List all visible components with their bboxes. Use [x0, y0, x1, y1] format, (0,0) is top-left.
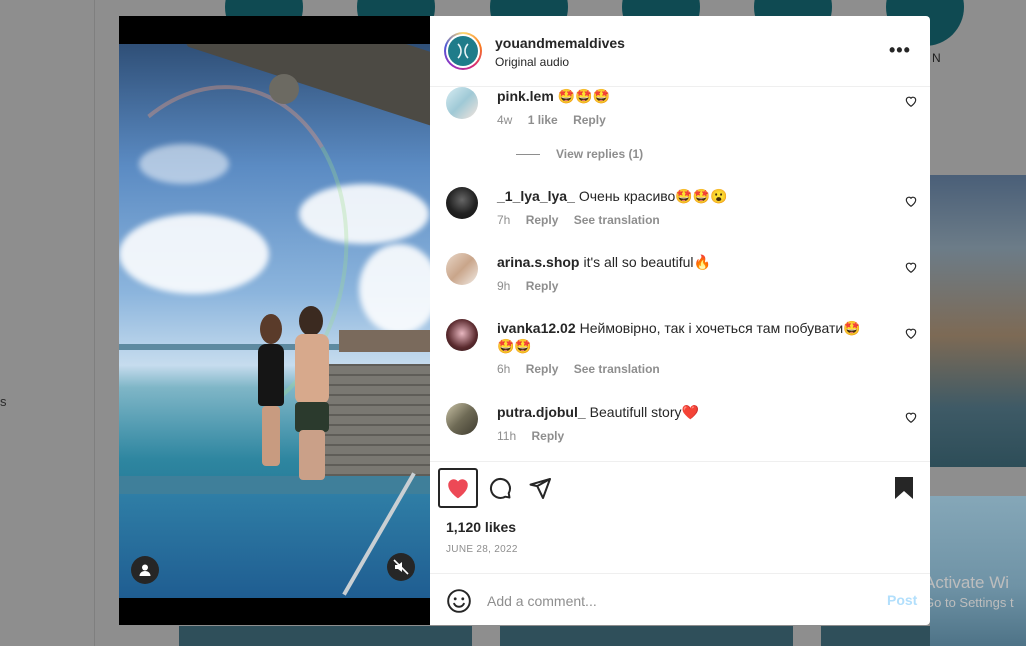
avatar[interactable] — [446, 253, 478, 285]
comment-text: _1_lya_lya_ Очень красиво🤩🤩😮 — [497, 187, 867, 205]
comment-meta: 11h Reply — [497, 429, 576, 443]
post-media[interactable] — [119, 16, 430, 625]
reply-button[interactable]: Reply — [526, 213, 559, 227]
comment-text: pink.lem 🤩🤩🤩 — [497, 87, 867, 105]
post-username[interactable]: youandmemaldives — [495, 35, 625, 51]
comment-like-heart-icon[interactable] — [904, 94, 918, 108]
comment-like-heart-icon[interactable] — [904, 260, 918, 274]
sidebar-text-fragment: s — [0, 394, 7, 409]
post-actions: 1,120 likes JUNE 28, 2022 — [430, 461, 930, 574]
replies-divider — [516, 154, 540, 156]
comment-username[interactable]: _1_lya_lya_ — [497, 188, 575, 204]
grid-post-thumbnail[interactable] — [500, 626, 793, 646]
comment-message: Beautifull story❤️ — [589, 404, 699, 420]
add-comment-bar: Post — [430, 573, 930, 625]
comment-time: 7h — [497, 213, 511, 227]
post-comment-button[interactable]: Post — [887, 592, 917, 608]
windows-activation-watermark: Activate Wi Go to Settings t — [924, 573, 1014, 610]
comment-username[interactable]: ivanka12.02 — [497, 320, 576, 336]
comment-meta: 4w 1 like Reply — [497, 113, 618, 127]
avatar[interactable] — [446, 87, 478, 119]
post-detail-panel: youandmemaldives Original audio ••• pink… — [430, 16, 930, 625]
avatar[interactable] — [446, 319, 478, 351]
comment-meta: 6h Reply See translation — [497, 362, 672, 376]
paper-plane-icon — [529, 478, 551, 499]
comment-username[interactable]: arina.s.shop — [497, 254, 579, 270]
comment-message: it's all so beautiful🔥 — [583, 254, 711, 270]
comment-bubble-icon — [489, 477, 511, 499]
mute-icon[interactable] — [387, 553, 415, 581]
reply-button[interactable]: Reply — [531, 429, 564, 443]
see-translation-button[interactable]: See translation — [574, 362, 660, 376]
brand-logo-icon — [448, 36, 478, 66]
comment-text: putra.djobul_ Beautifull story❤️ — [497, 403, 867, 421]
comment-text: arina.s.shop it's all so beautiful🔥 — [497, 253, 867, 271]
avatar[interactable] — [446, 187, 478, 219]
sidebar-divider — [94, 0, 95, 646]
avatar[interactable] — [446, 403, 478, 435]
audio-label[interactable]: Original audio — [495, 55, 569, 69]
avatar[interactable] — [444, 32, 482, 70]
watermark-title: Activate Wi — [924, 573, 1010, 592]
bookmark-filled-icon — [895, 477, 913, 499]
comment-like-heart-icon[interactable] — [904, 194, 918, 208]
watermark-subtitle: Go to Settings t — [924, 595, 1014, 610]
emoji-icon[interactable] — [446, 588, 472, 614]
reply-button[interactable]: Reply — [526, 362, 559, 376]
share-button[interactable] — [526, 474, 554, 502]
comment-time: 4w — [497, 113, 513, 127]
more-options-icon[interactable]: ••• — [889, 40, 913, 60]
comment-likes-link[interactable]: 1 like — [528, 113, 558, 127]
see-translation-button[interactable]: See translation — [574, 213, 660, 227]
reply-button[interactable]: Reply — [573, 113, 606, 127]
comment-like-heart-icon[interactable] — [904, 326, 918, 340]
save-button[interactable] — [890, 474, 918, 502]
comment-username[interactable]: pink.lem — [497, 88, 554, 104]
reply-button[interactable]: Reply — [526, 279, 559, 293]
comment-button[interactable] — [486, 474, 514, 502]
comment-message: Очень красиво🤩🤩😮 — [578, 188, 728, 204]
grid-post-thumbnail[interactable] — [821, 626, 930, 646]
comment-like-heart-icon[interactable] — [904, 410, 918, 424]
comment-message: 🤩🤩🤩 — [557, 88, 611, 104]
comment-text: ivanka12.02 Неймовірно, так і хочеться та… — [497, 319, 867, 355]
comment-time: 11h — [497, 429, 517, 443]
comment-time: 9h — [497, 279, 511, 293]
comment-meta: 9h Reply — [497, 279, 570, 293]
comment-meta: 7h Reply See translation — [497, 213, 672, 227]
post-date[interactable]: JUNE 28, 2022 — [446, 544, 518, 555]
view-replies-button[interactable]: View replies (1) — [516, 147, 643, 161]
comments-list[interactable]: pink.lem 🤩🤩🤩 4w 1 like Reply View replies… — [430, 87, 930, 461]
view-replies-label: View replies (1) — [556, 147, 644, 161]
comment-time: 6h — [497, 362, 511, 376]
comment-username[interactable]: putra.djobul_ — [497, 404, 586, 420]
heart-filled-icon — [448, 479, 468, 499]
tagged-user-icon[interactable] — [131, 556, 159, 584]
grid-post-thumbnail[interactable] — [930, 175, 1026, 467]
comment-input[interactable] — [487, 590, 867, 612]
grid-post-thumbnail[interactable] — [930, 496, 1026, 646]
grid-post-thumbnail[interactable] — [179, 626, 472, 646]
post-header: youandmemaldives Original audio ••• — [430, 16, 930, 87]
post-video-frame[interactable] — [119, 44, 430, 598]
likes-count[interactable]: 1,120 likes — [446, 519, 516, 535]
story-highlight-label: N — [932, 51, 941, 65]
like-button[interactable] — [438, 468, 478, 508]
